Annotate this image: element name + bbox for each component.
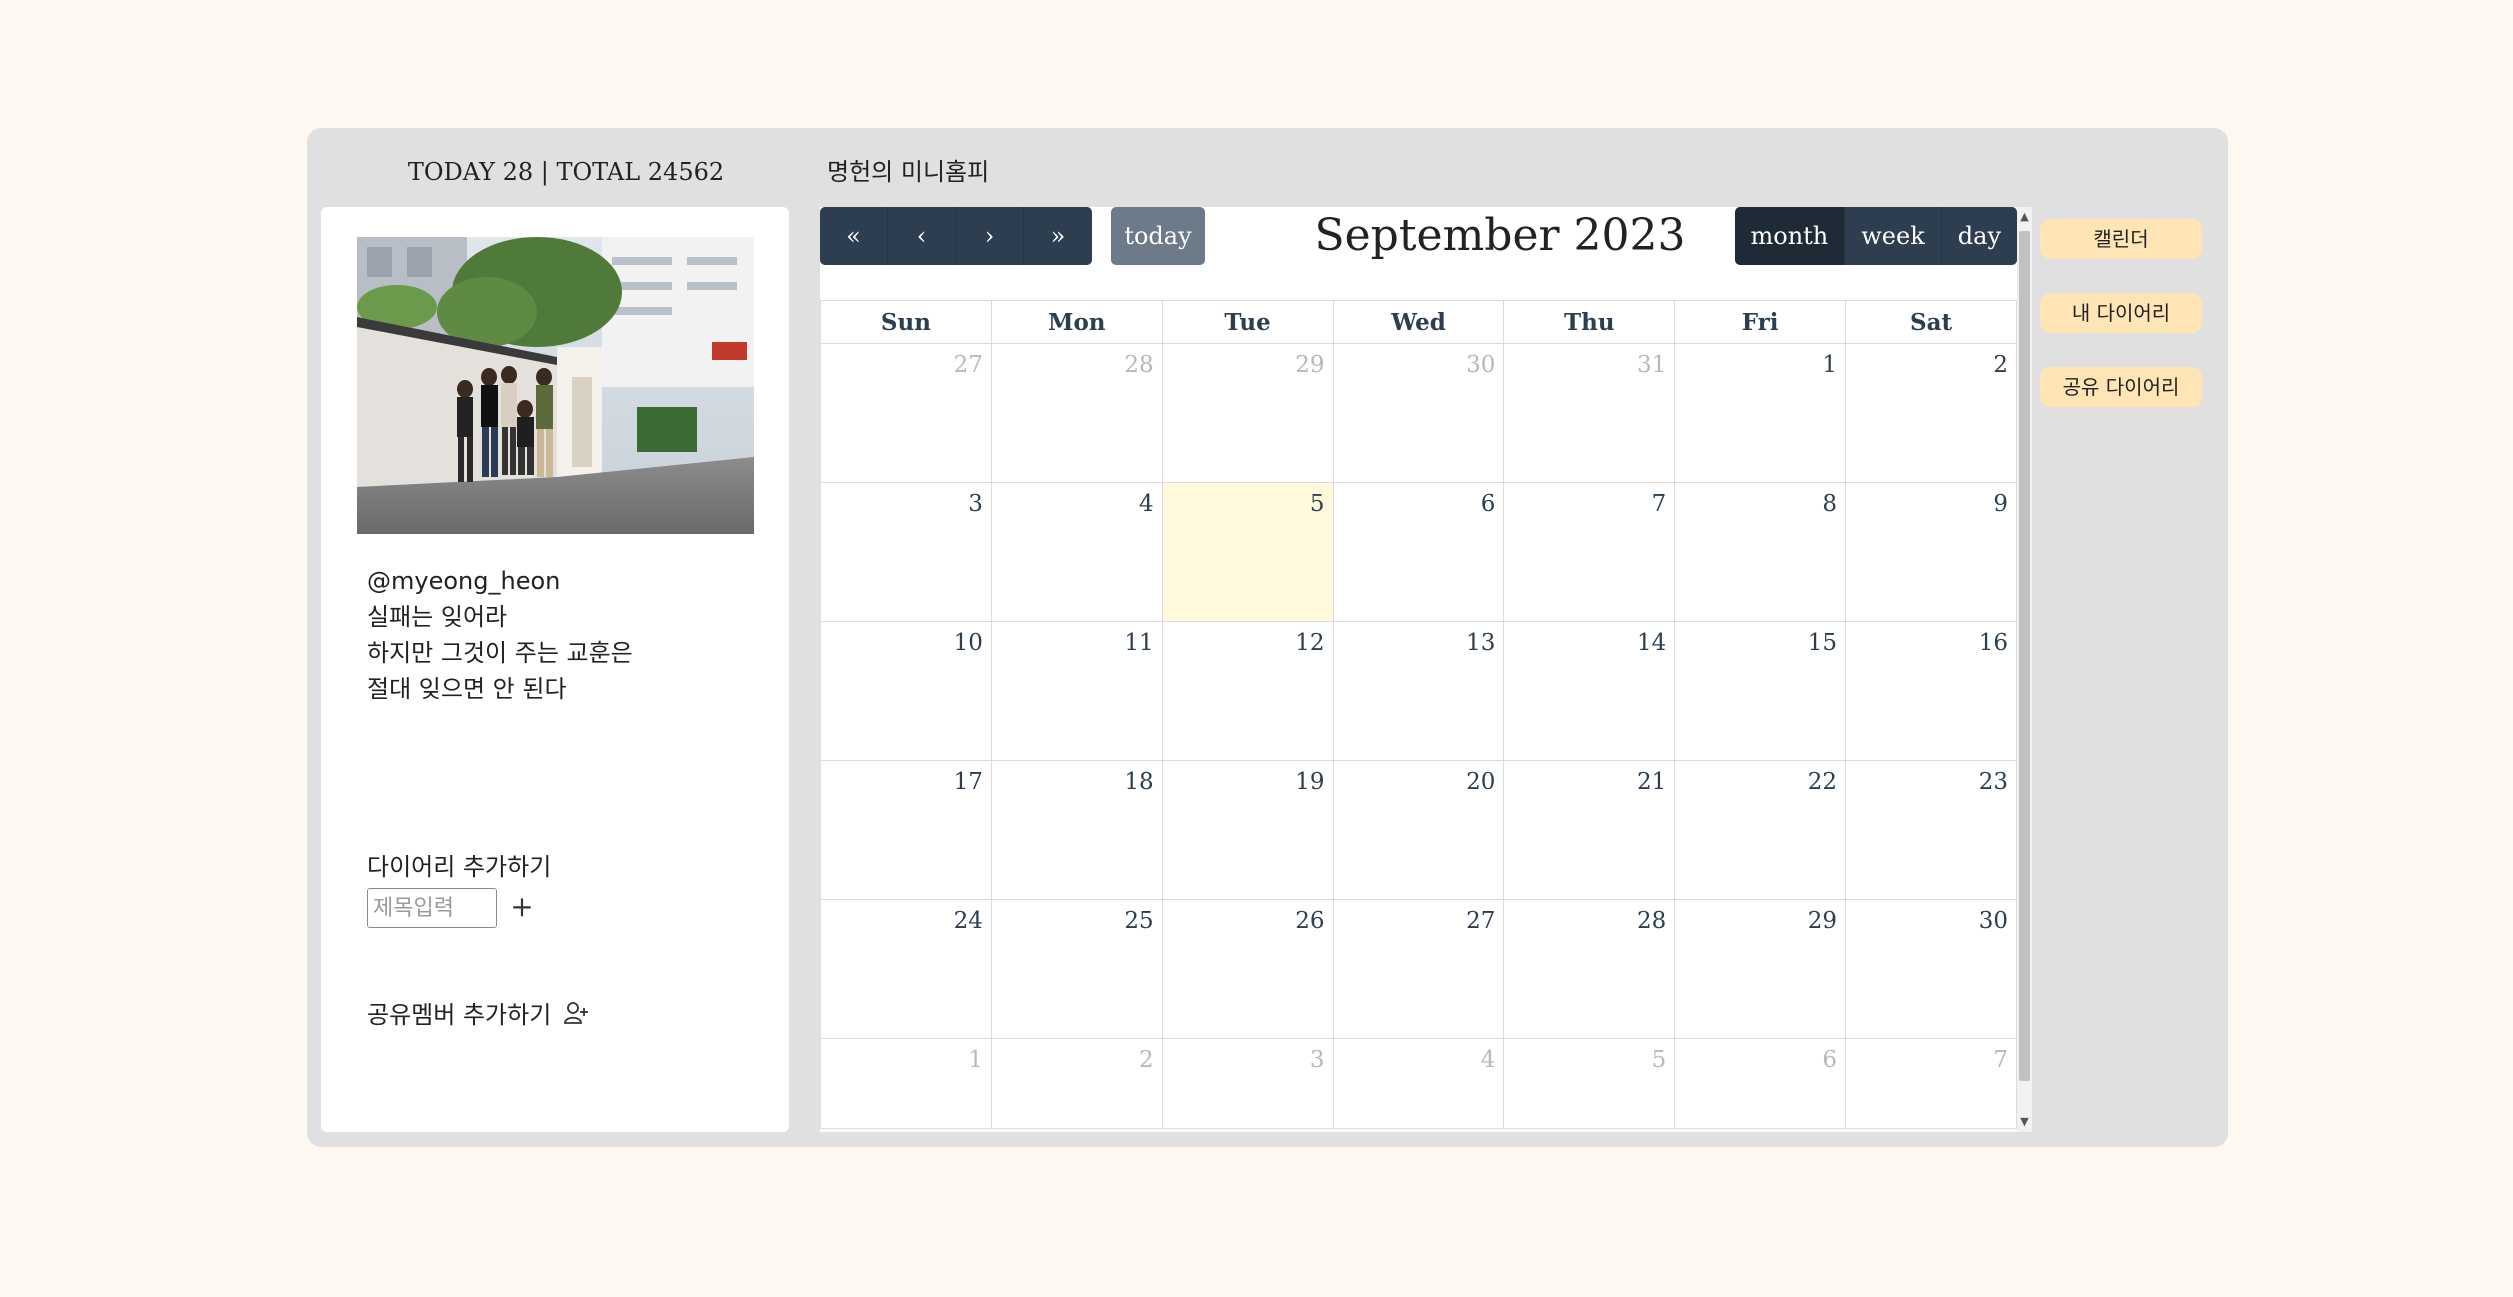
bio-line: 절대 잊으면 안 된다 — [367, 675, 567, 703]
scroll-thumb[interactable] — [2019, 231, 2030, 1081]
day-cell[interactable]: 1 — [1674, 343, 1847, 483]
weekday-header: Wed — [1332, 300, 1505, 344]
day-cell[interactable]: 4 — [1332, 1038, 1505, 1129]
day-cell[interactable]: 30 — [1332, 343, 1505, 483]
share-member-label: 공유멤버 추가하기 — [367, 1001, 552, 1029]
prev-month-button[interactable]: ‹ — [888, 207, 956, 265]
day-cell[interactable]: 19 — [1161, 760, 1334, 900]
weekday-header: Mon — [990, 300, 1163, 344]
week-row: 10 11 12 13 14 15 16 — [820, 621, 2017, 761]
day-cell[interactable]: 20 — [1332, 760, 1505, 900]
day-cell[interactable]: 31 — [1503, 343, 1676, 483]
day-cell[interactable]: 18 — [990, 760, 1163, 900]
weekday-header-row: Sun Mon Tue Wed Thu Fri Sat — [820, 300, 2017, 344]
add-user-icon[interactable] — [563, 1000, 589, 1026]
day-cell[interactable]: 28 — [990, 343, 1163, 483]
scroll-down-arrow[interactable]: ▼ — [2017, 1112, 2032, 1132]
day-cell[interactable]: 15 — [1674, 621, 1847, 761]
month-grid: Sun Mon Tue Wed Thu Fri Sat 27 28 29 30 31 1 2… — [820, 300, 2017, 1129]
next-year-button[interactable]: » — [1024, 207, 1092, 265]
day-cell[interactable]: 12 — [1161, 621, 1334, 761]
day-cell[interactable]: 25 — [990, 899, 1163, 1039]
month-view-button[interactable]: month — [1734, 207, 1846, 265]
day-cell[interactable]: 9 — [1845, 482, 2017, 622]
day-view-button[interactable]: day — [1941, 207, 2017, 265]
calendar-title: September 2023 — [1314, 210, 1686, 261]
day-cell[interactable]: 13 — [1332, 621, 1505, 761]
weekday-header: Thu — [1503, 300, 1676, 344]
day-cell[interactable]: 2 — [990, 1038, 1163, 1129]
weekday-header: Sun — [820, 300, 992, 344]
prev-year-button[interactable]: « — [820, 207, 888, 265]
add-diary-label: 다이어리 추가하기 — [367, 853, 552, 881]
day-cell[interactable]: 8 — [1674, 482, 1847, 622]
day-cell[interactable]: 5 — [1503, 1038, 1676, 1129]
day-cell[interactable]: 21 — [1503, 760, 1676, 900]
day-cell[interactable]: 30 — [1845, 899, 2017, 1039]
day-cell[interactable]: 3 — [1161, 1038, 1334, 1129]
day-cell[interactable]: 17 — [820, 760, 992, 900]
tab-calendar[interactable]: 캘린더 — [2040, 219, 2202, 259]
bio-line: 하지만 그것이 주는 교훈은 — [367, 639, 633, 667]
calendar-toolbar: « ‹ › » today September 2023 month week … — [820, 207, 2017, 267]
day-cell[interactable]: 27 — [820, 343, 992, 483]
bio-line: 실패는 잊어라 — [367, 603, 508, 631]
group-photo-image — [357, 237, 754, 534]
day-cell[interactable]: 4 — [990, 482, 1163, 622]
bio-handle: @myeong_heon — [367, 567, 561, 595]
nav-button-group: « ‹ › » — [820, 207, 1092, 265]
calendar-scrollbar[interactable]: ▲ ▼ — [2017, 207, 2032, 1132]
day-cell[interactable]: 11 — [990, 621, 1163, 761]
day-cell[interactable]: 24 — [820, 899, 992, 1039]
day-cell[interactable]: 5 — [1161, 482, 1334, 622]
diary-title-input[interactable] — [367, 888, 497, 928]
day-cell[interactable]: 3 — [820, 482, 992, 622]
day-cell[interactable]: 6 — [1332, 482, 1505, 622]
calendar-panel: « ‹ › » today September 2023 month week … — [820, 207, 2032, 1132]
weekday-header: Tue — [1161, 300, 1334, 344]
site-title: 명헌의 미니홈피 — [827, 158, 990, 186]
scroll-up-arrow[interactable]: ▲ — [2017, 207, 2032, 227]
week-view-button[interactable]: week — [1845, 207, 1942, 265]
day-cell[interactable]: 16 — [1845, 621, 2017, 761]
add-diary-button[interactable]: + — [509, 888, 535, 928]
tab-my-diary[interactable]: 내 다이어리 — [2040, 293, 2202, 333]
week-row: 27 28 29 30 31 1 2 — [820, 343, 2017, 483]
day-cell[interactable]: 2 — [1845, 343, 2017, 483]
day-cell[interactable]: 28 — [1503, 899, 1676, 1039]
day-cell[interactable]: 14 — [1503, 621, 1676, 761]
share-member-row: 공유멤버 추가하기 — [367, 997, 589, 1033]
weekday-header: Sat — [1845, 300, 2017, 344]
day-cell[interactable]: 22 — [1674, 760, 1847, 900]
visitor-counter: TODAY 28 | TOTAL 24562 — [407, 158, 725, 186]
week-row: 24 25 26 27 28 29 30 — [820, 899, 2017, 1039]
day-cell[interactable]: 29 — [1674, 899, 1847, 1039]
week-row: 3456789 — [820, 482, 2017, 622]
day-cell[interactable]: 29 — [1161, 343, 1334, 483]
view-button-group: month week day — [1734, 207, 2017, 265]
week-row: 1234567 — [820, 1038, 2017, 1129]
profile-panel: @myeong_heon 실패는 잊어라 하지만 그것이 주는 교훈은 절대 잊… — [321, 207, 789, 1132]
day-cell[interactable]: 7 — [1845, 1038, 2017, 1129]
profile-bio: @myeong_heon 실패는 잊어라 하지만 그것이 주는 교훈은 절대 잊… — [367, 563, 767, 707]
day-cell[interactable]: 6 — [1674, 1038, 1847, 1129]
tab-shared-diary[interactable]: 공유 다이어리 — [2040, 367, 2202, 407]
day-cell[interactable]: 10 — [820, 621, 992, 761]
profile-photo — [357, 237, 754, 534]
next-month-button[interactable]: › — [956, 207, 1024, 265]
minihompy-frame: TODAY 28 | TOTAL 24562 명헌의 미니홈피 @myeong_… — [307, 128, 2228, 1147]
week-row: 17 18 19 20 21 22 23 — [820, 760, 2017, 900]
day-cell[interactable]: 1 — [820, 1038, 992, 1129]
day-cell[interactable]: 7 — [1503, 482, 1676, 622]
day-cell[interactable]: 27 — [1332, 899, 1505, 1039]
today-button[interactable]: today — [1111, 207, 1205, 265]
weekday-header: Fri — [1674, 300, 1847, 344]
day-cell[interactable]: 23 — [1845, 760, 2017, 900]
day-cell[interactable]: 26 — [1161, 899, 1334, 1039]
